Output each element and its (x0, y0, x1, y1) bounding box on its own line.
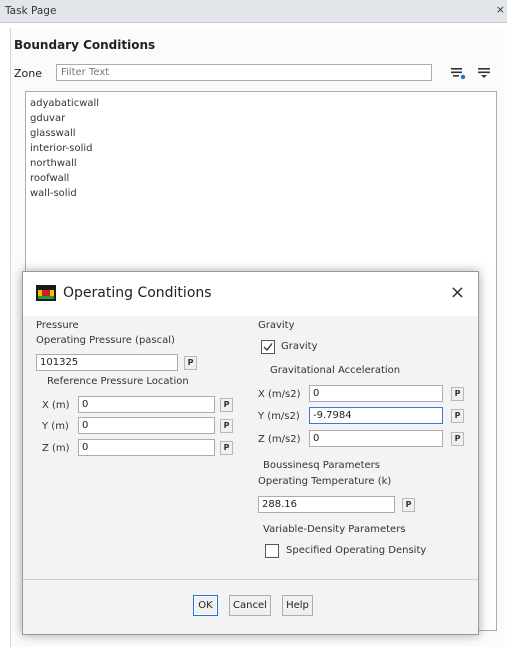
app-logo-icon (36, 285, 56, 301)
list-item[interactable]: wall-solid (30, 188, 77, 199)
task-page-close-icon[interactable]: × (496, 3, 505, 16)
ref-y-label: Y (m) (42, 421, 69, 432)
ref-z-label: Z (m) (42, 443, 70, 454)
close-icon[interactable]: × (450, 282, 465, 303)
operating-temperature-field[interactable] (258, 496, 395, 513)
zone-label: Zone (14, 67, 43, 80)
list-item[interactable]: northwall (30, 158, 77, 169)
ok-button[interactable]: OK (193, 595, 218, 616)
operating-conditions-dialog: Operating Conditions × Pressure Operatin… (22, 271, 479, 635)
ref-x-parameter-button[interactable]: P (220, 398, 233, 412)
list-item[interactable]: roofwall (30, 173, 69, 184)
gravity-y-field[interactable] (309, 407, 443, 424)
operating-pressure-parameter-button[interactable]: P (184, 356, 197, 370)
gravity-x-parameter-button[interactable]: P (451, 387, 464, 401)
operating-temperature-parameter-button[interactable]: P (402, 498, 415, 512)
list-item[interactable]: gduvar (30, 113, 65, 124)
dialog-footer-divider (23, 579, 478, 580)
gravity-x-field[interactable] (309, 385, 443, 402)
list-item[interactable]: glasswall (30, 128, 76, 139)
gravitational-acceleration-label: Gravitational Acceleration (270, 365, 401, 376)
specified-operating-density-label: Specified Operating Density (286, 545, 427, 556)
specified-operating-density-checkbox[interactable] (265, 544, 279, 558)
operating-temperature-label: Operating Temperature (k) (258, 476, 392, 487)
variable-density-group-label: Variable-Density Parameters (263, 524, 406, 535)
help-button[interactable]: Help (282, 595, 313, 616)
panel-title: Boundary Conditions (14, 38, 156, 52)
dialog-header: Operating Conditions × (23, 272, 478, 316)
gravity-y-parameter-button[interactable]: P (451, 409, 464, 423)
list-item[interactable]: adyabaticwall (30, 98, 99, 109)
gravity-checkbox[interactable] (261, 340, 275, 354)
zone-filter-input[interactable] (56, 64, 432, 81)
boussinesq-group-label: Boussinesq Parameters (263, 460, 380, 471)
gravity-checkbox-label: Gravity (281, 341, 318, 352)
operating-pressure-label: Operating Pressure (pascal) (36, 335, 175, 346)
ref-x-field[interactable] (78, 396, 215, 413)
checkmark-icon (263, 343, 273, 352)
pressure-group-label: Pressure (36, 320, 79, 331)
cancel-button[interactable]: Cancel (229, 595, 271, 616)
ref-y-field[interactable] (78, 417, 215, 434)
gravity-group-label: Gravity (258, 320, 295, 331)
ref-y-parameter-button[interactable]: P (220, 419, 233, 433)
gravity-y-label: Y (m/s2) (258, 411, 300, 422)
task-page-title: Task Page (5, 5, 57, 17)
operating-pressure-field[interactable] (36, 354, 178, 371)
gravity-x-label: X (m/s2) (258, 389, 301, 400)
ref-z-field[interactable] (78, 439, 215, 456)
reference-pressure-location-label: Reference Pressure Location (47, 376, 189, 387)
gravity-z-parameter-button[interactable]: P (451, 432, 464, 446)
task-page-header: Task Page × (0, 0, 507, 23)
list-item[interactable]: interior-solid (30, 143, 93, 154)
ref-x-label: X (m) (42, 400, 70, 411)
dialog-title: Operating Conditions (63, 285, 212, 301)
gravity-z-field[interactable] (309, 430, 443, 447)
gravity-z-label: Z (m/s2) (258, 434, 301, 445)
list-options-icon[interactable] (474, 63, 496, 83)
ref-z-parameter-button[interactable]: P (220, 441, 233, 455)
filter-options-icon[interactable] (447, 63, 469, 83)
